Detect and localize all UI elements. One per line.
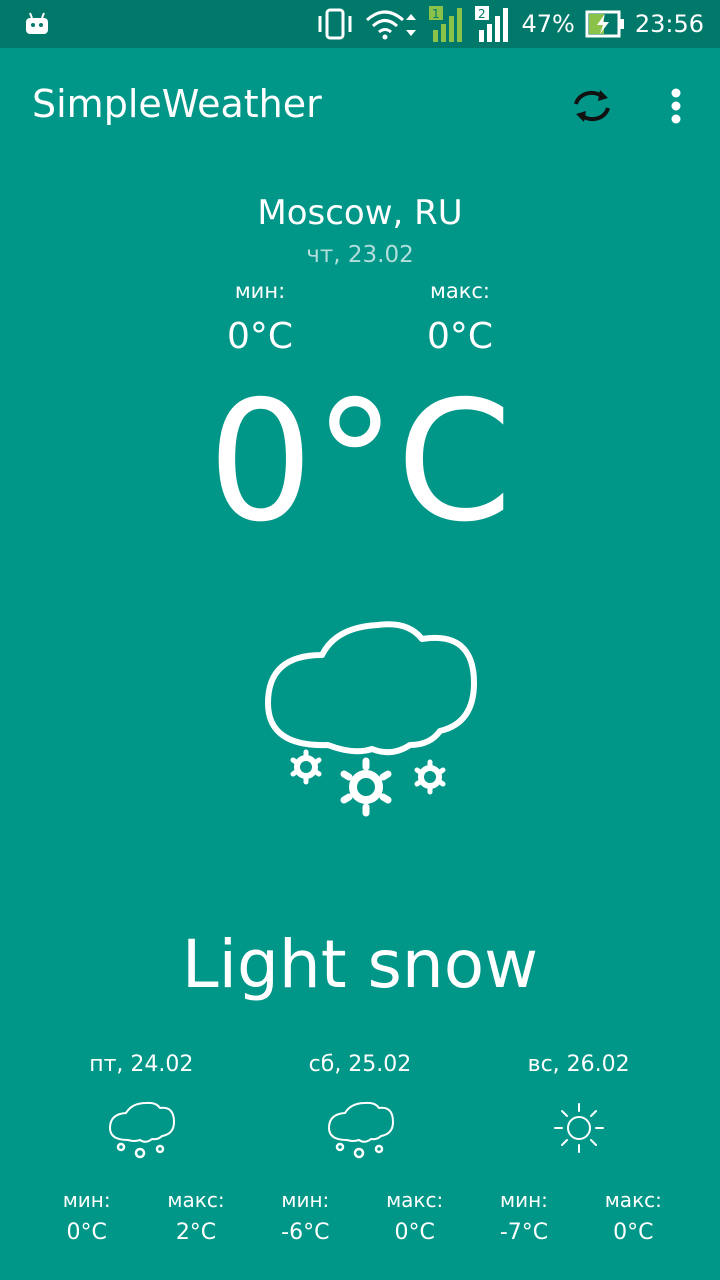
light-snow-icon: [32, 1098, 251, 1162]
min-label: мин:: [500, 1188, 548, 1212]
refresh-icon: [574, 90, 610, 122]
max-value: 2°C: [175, 1220, 217, 1245]
more-vert-icon: [671, 88, 681, 124]
forecast-min: мин: 0°C: [32, 1186, 141, 1250]
weather-description: Light snow: [181, 926, 539, 1003]
min-label: мин:: [234, 279, 286, 303]
forecast-max: макс: 2°C: [141, 1186, 250, 1250]
forecast-date: вс, 26.02: [527, 1052, 630, 1077]
vibrate-icon: [318, 8, 352, 40]
max-label: макс:: [429, 279, 491, 303]
min-value: -6°C: [281, 1220, 330, 1245]
max-value: 0°C: [613, 1220, 654, 1245]
light-snow-icon: [251, 1098, 470, 1162]
max-value: 0°C: [426, 316, 494, 357]
clock: 23:56: [634, 10, 704, 38]
status-bar: 1 2 47% 23:56: [0, 0, 720, 48]
sim1-label: 1: [432, 7, 440, 21]
current-max: макс: 0°C: [380, 276, 540, 362]
sun-icon: [469, 1098, 688, 1162]
current-min: мин: 0°C: [180, 276, 340, 362]
light-snow-icon: [260, 615, 480, 829]
forecast-max: макс: 0°C: [360, 1186, 469, 1250]
wifi-icon: [366, 10, 417, 40]
forecast-day: сб, 25.02 мин: -6°C макс: 0°C: [251, 1050, 470, 1260]
min-value: 0°C: [66, 1220, 107, 1245]
max-value: 0°C: [394, 1220, 435, 1245]
city-name: Moscow, RU: [257, 193, 463, 233]
battery-charging-icon: [585, 10, 624, 38]
forecast-day: пт, 24.02 мин: 0°C макс: 2°C: [32, 1050, 251, 1260]
min-value: 0°C: [226, 316, 294, 357]
min-label: мин:: [281, 1188, 330, 1212]
app-bar: SimpleWeather: [0, 48, 720, 160]
min-value: -7°C: [499, 1220, 549, 1245]
forecast-day: вс, 26.02 мин: -7°C макс: 0°C: [469, 1050, 688, 1260]
forecast-date: сб, 25.02: [308, 1052, 412, 1077]
forecast-max: макс: 0°C: [579, 1186, 688, 1250]
android-icon: [26, 12, 48, 34]
forecast-min: мин: -6°C: [251, 1186, 360, 1250]
forecast-min: мин: -7°C: [469, 1186, 578, 1250]
min-label: мин:: [62, 1188, 111, 1212]
signal-icon-sim1: 1: [429, 6, 463, 42]
max-label: макс:: [167, 1188, 225, 1212]
forecast-date: пт, 24.02: [89, 1052, 194, 1077]
sim2-label: 2: [478, 7, 486, 21]
app-title: SimpleWeather: [32, 82, 322, 126]
battery-percent: 47%: [521, 10, 575, 38]
signal-icon-sim2: 2: [475, 6, 509, 42]
max-label: макс:: [386, 1188, 444, 1212]
overflow-menu-button[interactable]: [656, 82, 696, 130]
refresh-button[interactable]: [568, 82, 616, 130]
max-label: макс:: [604, 1188, 662, 1212]
forecast-list: пт, 24.02 мин: 0°C макс: 2°C сб, 25.02 м…: [32, 1050, 688, 1260]
current-temperature: 0°C: [207, 366, 513, 559]
current-date: чт, 23.02: [306, 242, 414, 268]
